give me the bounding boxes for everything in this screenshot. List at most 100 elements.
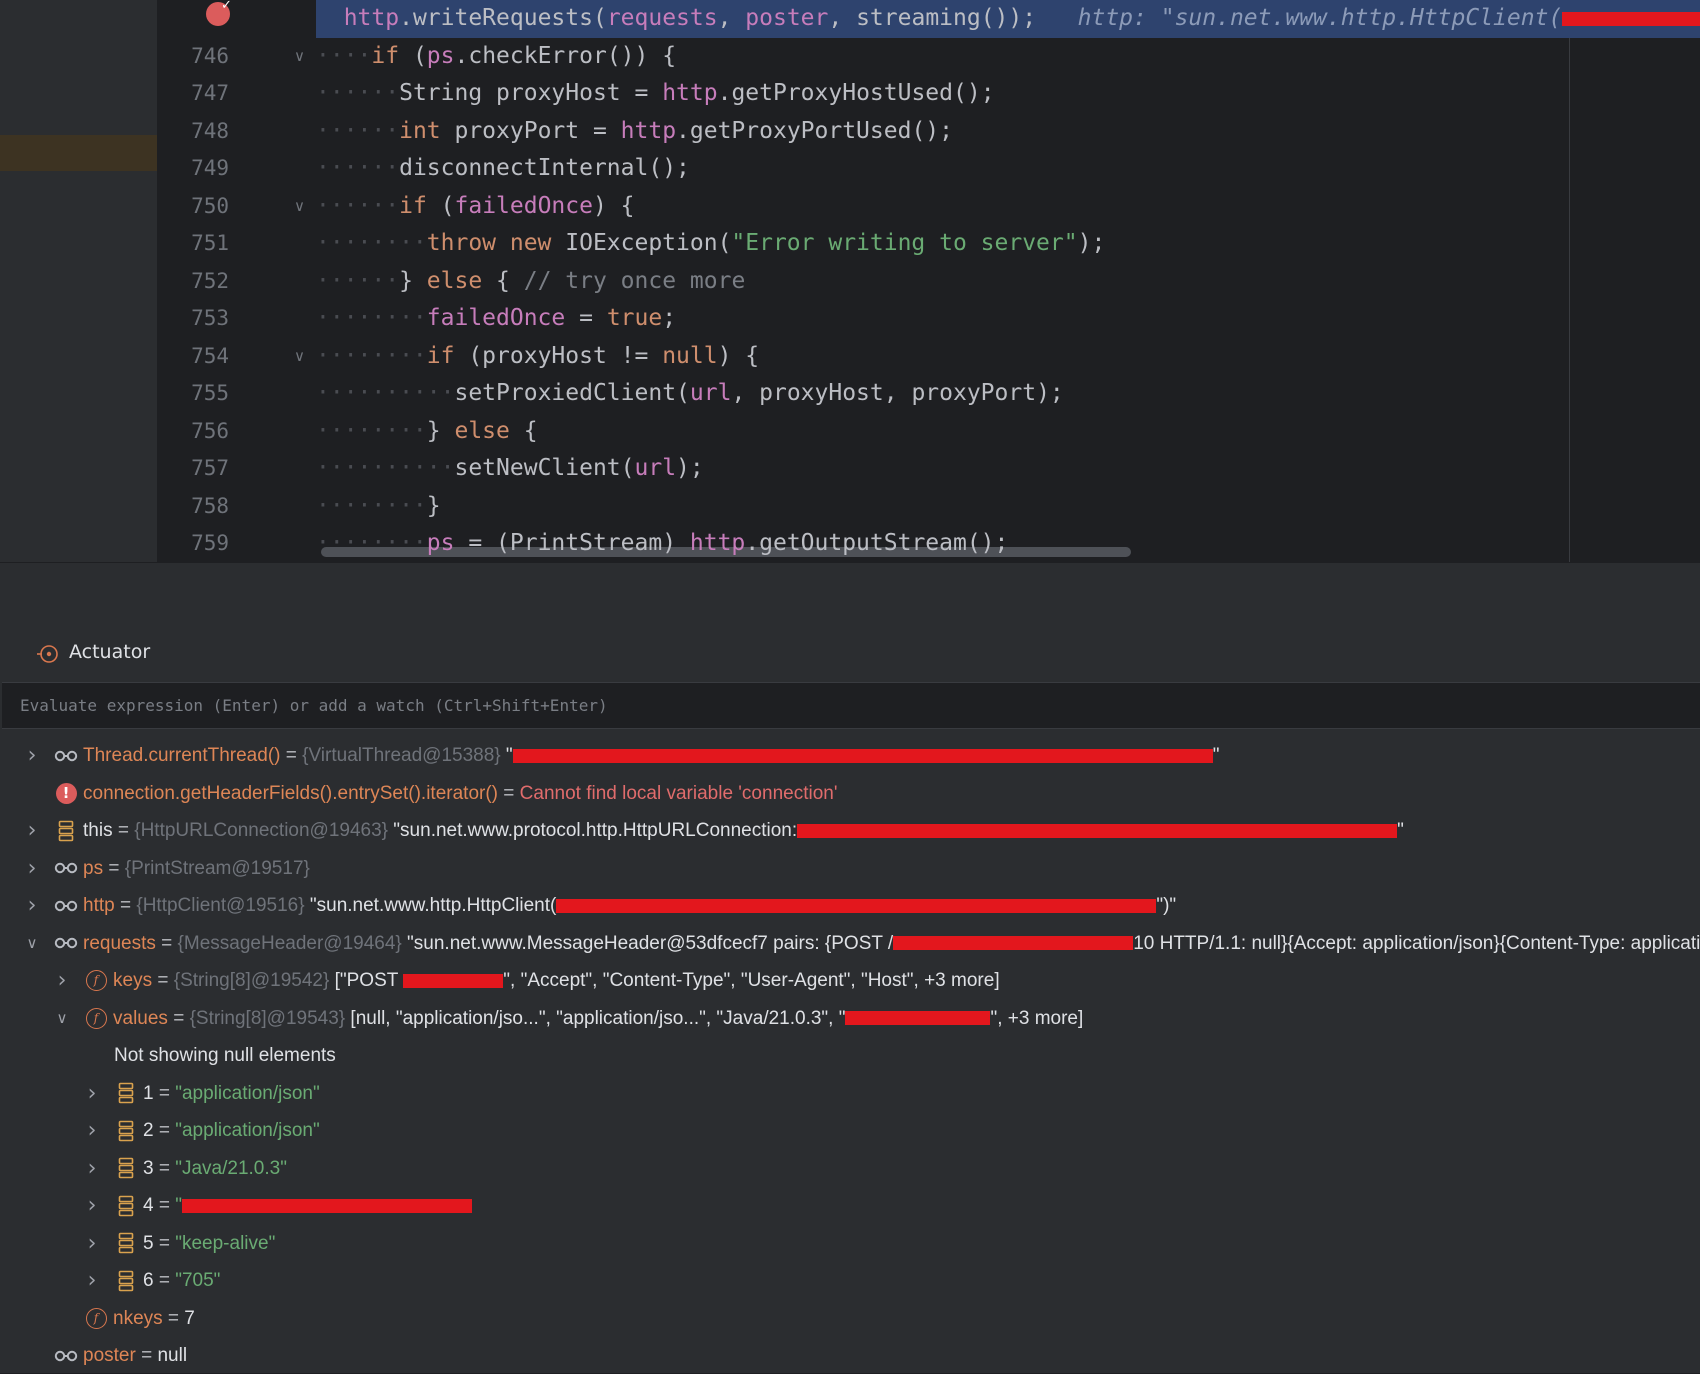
variable-value: "sun.net.www.protocol.http.HttpURLConnec…: [388, 820, 798, 841]
expand-chevron-icon[interactable]: ›: [82, 1150, 102, 1187]
variable-row[interactable]: › 5 = "keep-alive": [0, 1225, 1700, 1262]
indent-guide: ··········: [316, 455, 455, 481]
line-number[interactable]: 755: [157, 375, 229, 413]
expand-chevron-icon[interactable]: ›: [82, 1187, 102, 1224]
expand-chevron-icon[interactable]: ›: [82, 1225, 102, 1262]
variable-row[interactable]: ∨ f values = {String[8]@19543} [null, "app…: [0, 1000, 1700, 1037]
code-token: if: [426, 342, 455, 369]
redaction-mark: [181, 1198, 472, 1213]
variable-row[interactable]: ! connection.getHeaderFields().entrySet()…: [0, 775, 1700, 812]
line-number[interactable]: 746: [157, 38, 229, 76]
line-number[interactable]: 756: [157, 413, 229, 451]
variable-row[interactable]: › 6 = "705": [0, 1262, 1700, 1299]
variable-name: keys: [113, 970, 153, 991]
code-line[interactable]: ······int proxyPort = http.getProxyPortU…: [316, 113, 1700, 151]
variable-row[interactable]: › 2 = "application/json": [0, 1112, 1700, 1149]
code-editor[interactable]: http.writeRequests(requests, poster, str…: [0, 0, 1700, 562]
variable-name: 3: [143, 1157, 154, 1179]
variable-type: {String[8]@19543}: [189, 1007, 346, 1029]
variable-row[interactable]: › ps = {PrintStream@19517}: [0, 850, 1700, 887]
code-line[interactable]: ······String proxyHost = http.getProxyHo…: [316, 75, 1700, 113]
expand-chevron-icon[interactable]: ›: [82, 1075, 102, 1112]
watch-glasses-icon: [54, 887, 78, 924]
error-icon: !: [54, 775, 78, 812]
variable-row[interactable]: › this = {HttpURLConnection@19463} "sun.n…: [0, 812, 1700, 849]
variable-row[interactable]: › http = {HttpClient@19516} "sun.net.www.…: [0, 887, 1700, 924]
variable-name: poster: [83, 1345, 136, 1366]
code-token: }: [426, 417, 455, 444]
watch-glasses-icon: [54, 925, 78, 962]
line-number[interactable]: 748: [157, 113, 229, 151]
line-number[interactable]: 749: [157, 150, 229, 188]
variable-row[interactable]: ∨ requests = {MessageHeader@19464} "sun.n…: [0, 925, 1700, 962]
variable-value: null: [157, 1345, 188, 1366]
code-token: ,: [717, 5, 746, 31]
variable-row[interactable]: › 1 = "application/json": [0, 1075, 1700, 1112]
variable-row[interactable]: › Thread.currentThread() = {VirtualThread…: [0, 737, 1700, 774]
code-line[interactable]: ······} else { // try once more: [316, 263, 1700, 301]
code-line[interactable]: ········ps = (PrintStream) http.getOutpu…: [316, 525, 1700, 562]
indent-guide: ··········: [316, 380, 455, 406]
collapse-chevron-icon[interactable]: ∨: [22, 925, 42, 962]
expand-chevron-icon[interactable]: ›: [82, 1262, 102, 1299]
line-number[interactable]: 752: [157, 263, 229, 301]
code-line[interactable]: ········failedOnce = true;: [316, 300, 1700, 338]
variable-row[interactable]: › 3 = "Java/21.0.3": [0, 1150, 1700, 1187]
code-token: else: [426, 267, 483, 294]
variable-name: 6: [143, 1270, 154, 1291]
line-number[interactable]: 751: [157, 225, 229, 263]
field-icon: f: [84, 1000, 108, 1037]
line-number[interactable]: 757: [157, 450, 229, 488]
code-line[interactable]: ········if (proxyHost != null) {: [316, 338, 1700, 376]
variable-row[interactable]: f nkeys = 7: [0, 1300, 1700, 1337]
equals-sign: =: [153, 1195, 176, 1216]
code-line[interactable]: ··········setNewClient(url);: [316, 450, 1700, 488]
code-line[interactable]: ········} else {: [316, 413, 1700, 451]
expand-chevron-icon[interactable]: ›: [22, 737, 42, 774]
code-line[interactable]: ········}: [316, 488, 1700, 526]
expand-chevron-icon[interactable]: ›: [22, 850, 42, 887]
code-token: ps: [426, 42, 455, 69]
code-token: true: [606, 305, 663, 331]
code-token: {: [482, 267, 524, 294]
code-token: http: [620, 117, 677, 144]
fold-chevron-icon[interactable]: ∨: [294, 188, 305, 226]
fold-chevron-icon[interactable]: ∨: [294, 338, 305, 376]
code-line[interactable]: ··········setProxiedClient(url, proxyHos…: [316, 375, 1700, 413]
code-token: null: [662, 342, 718, 369]
code-token: ;: [662, 305, 677, 331]
line-number[interactable]: 759: [157, 525, 229, 562]
indent-guide: ······: [316, 117, 400, 144]
variable-row[interactable]: poster = null: [0, 1337, 1700, 1374]
code-token: , streaming());: [828, 5, 1078, 31]
expand-chevron-icon[interactable]: ›: [82, 1112, 102, 1149]
variable-row[interactable]: › f keys = {String[8]@19542} ["POST ", "Ac…: [0, 962, 1700, 999]
line-number[interactable]: 750: [157, 188, 229, 226]
line-number[interactable]: 753: [157, 300, 229, 338]
code-line[interactable]: ········throw new IOException("Error wri…: [316, 225, 1700, 263]
evaluate-expression-input[interactable]: [2, 682, 1700, 729]
expand-chevron-icon[interactable]: ›: [22, 812, 42, 849]
redaction-mark: [1562, 11, 1700, 26]
line-number[interactable]: 754: [157, 338, 229, 376]
variable-value-tail: ")": [1156, 895, 1177, 916]
code-token: ps: [426, 530, 455, 556]
expand-chevron-icon[interactable]: ›: [52, 962, 72, 999]
variable-row[interactable]: Not showing null elements: [0, 1037, 1700, 1074]
collapse-chevron-icon[interactable]: ∨: [52, 1000, 72, 1037]
variable-value: "Java/21.0.3": [175, 1157, 287, 1179]
code-line[interactable]: ······disconnectInternal();: [316, 150, 1700, 188]
variable-text: 5 = "keep-alive": [143, 1225, 275, 1262]
code-line[interactable]: ······if (failedOnce) {: [316, 188, 1700, 226]
line-number[interactable]: 758: [157, 488, 229, 526]
expand-chevron-icon[interactable]: ›: [22, 887, 42, 924]
variable-row[interactable]: › 4 = ": [0, 1187, 1700, 1224]
line-number[interactable]: 747: [157, 75, 229, 113]
indent-guide: ········: [316, 342, 427, 369]
fold-chevron-icon[interactable]: ∨: [294, 38, 305, 76]
panel-splitter[interactable]: [0, 562, 1700, 628]
code-token: url: [634, 455, 677, 481]
code-token: );: [676, 455, 704, 481]
current-execution-line[interactable]: http.writeRequests(requests, poster, str…: [316, 0, 1700, 38]
code-line[interactable]: ····if (ps.checkError()) {: [316, 38, 1700, 76]
